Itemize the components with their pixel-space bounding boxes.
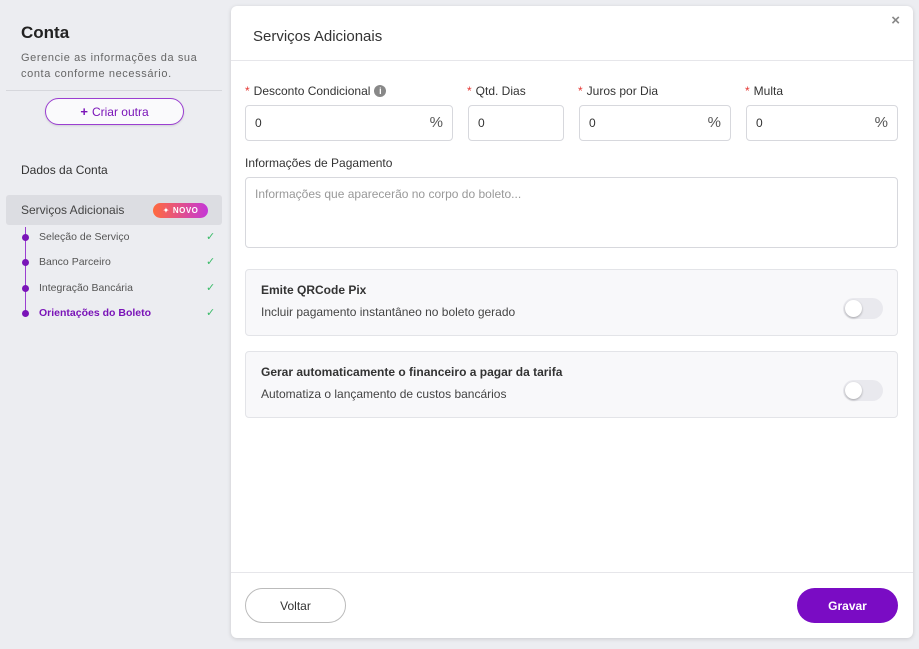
check-icon: ✓ — [206, 231, 216, 243]
panel-title: Serviços Adicionais — [253, 28, 383, 45]
fine-label: * Multa — [745, 84, 783, 98]
interest-label: * Juros por Dia — [578, 84, 658, 98]
save-button[interactable]: Gravar — [797, 588, 898, 623]
days-value: 0 — [478, 116, 485, 130]
auto-financial-toggle[interactable] — [843, 380, 883, 401]
step-label: Integração Bancária — [39, 282, 133, 294]
auto-financial-title: Gerar automaticamente o financeiro a pag… — [261, 365, 563, 379]
create-another-label: Criar outra — [91, 104, 149, 119]
discount-label-text: Desconto Condicional — [253, 84, 371, 98]
sidebar-title: Conta — [21, 23, 70, 42]
toggle-knob — [845, 382, 862, 399]
sidebar-item-additional-services[interactable]: Serviços Adicionais ✦ NOVO — [6, 195, 222, 225]
step-boleto-guidelines[interactable]: Orientações do Boleto ✓ — [0, 306, 230, 322]
header-divider — [231, 60, 913, 61]
sparkle-icon: ✦ — [162, 206, 170, 215]
payment-info-placeholder: Informações que aparecerão no corpo do b… — [255, 187, 522, 201]
additional-services-panel: × Serviços Adicionais * Desconto Condicio… — [231, 6, 913, 638]
close-icon[interactable]: × — [891, 12, 900, 29]
required-mark: * — [467, 84, 472, 98]
sidebar: Conta Gerencie as informações da sua con… — [0, 0, 230, 649]
required-mark: * — [245, 84, 250, 98]
fine-input[interactable]: 0 % — [746, 105, 898, 141]
step-label: Orientações do Boleto — [39, 307, 152, 319]
interest-input[interactable]: 0 % — [579, 105, 731, 141]
qrcode-pix-toggle[interactable] — [843, 298, 883, 319]
payment-info-label: Informações de Pagamento — [245, 156, 393, 170]
percent-icon: % — [429, 114, 443, 131]
step-bank-integration[interactable]: Integração Bancária ✓ — [0, 281, 230, 297]
new-badge-label: NOVO — [172, 206, 199, 215]
days-label-text: Qtd. Dias — [475, 84, 526, 98]
new-badge: ✦ NOVO — [153, 203, 208, 218]
qrcode-pix-subtitle: Incluir pagamento instantâneo no boleto … — [261, 305, 516, 319]
check-icon: ✓ — [206, 282, 216, 294]
required-mark: * — [578, 84, 583, 98]
sidebar-item-account-data[interactable]: Dados da Conta — [21, 163, 108, 177]
check-icon: ✓ — [206, 256, 216, 268]
payment-info-textarea[interactable]: Informações que aparecerão no corpo do b… — [245, 177, 898, 248]
interest-value: 0 — [589, 116, 596, 130]
discount-input[interactable]: 0 % — [245, 105, 453, 141]
days-input[interactable]: 0 — [468, 105, 564, 141]
info-icon[interactable]: i — [374, 85, 387, 97]
qrcode-pix-title: Emite QRCode Pix — [261, 283, 367, 297]
step-label: Banco Parceiro — [39, 256, 111, 268]
back-button[interactable]: Voltar — [245, 588, 346, 623]
step-dot-icon — [22, 259, 29, 266]
sidebar-description: Gerencie as informações da sua conta con… — [21, 52, 198, 80]
interest-label-text: Juros por Dia — [586, 84, 659, 98]
fine-value: 0 — [756, 116, 763, 130]
sidebar-item-label: Serviços Adicionais — [21, 203, 125, 217]
required-mark: * — [745, 84, 750, 98]
discount-label: * Desconto Condicional i — [245, 84, 387, 98]
step-label: Seleção de Serviço — [39, 231, 130, 243]
step-dot-icon — [22, 285, 29, 292]
create-another-button[interactable]: + Criar outra — [45, 98, 184, 125]
step-partner-bank[interactable]: Banco Parceiro ✓ — [0, 255, 230, 271]
plus-icon: + — [80, 104, 88, 119]
sidebar-divider — [6, 90, 222, 91]
toggle-knob — [845, 300, 862, 317]
days-label: * Qtd. Dias — [467, 84, 526, 98]
footer-divider — [231, 572, 913, 573]
fine-label-text: Multa — [753, 84, 784, 98]
step-dot-icon — [22, 310, 29, 317]
discount-value: 0 — [255, 116, 262, 130]
percent-icon: % — [707, 114, 721, 131]
step-dot-icon — [22, 234, 29, 241]
check-icon: ✓ — [206, 307, 216, 319]
qrcode-pix-card: Emite QRCode Pix Incluir pagamento insta… — [245, 269, 898, 336]
step-service-selection[interactable]: Seleção de Serviço ✓ — [0, 230, 230, 246]
auto-financial-card: Gerar automaticamente o financeiro a pag… — [245, 351, 898, 418]
percent-icon: % — [874, 114, 888, 131]
auto-financial-subtitle: Automatiza o lançamento de custos bancár… — [261, 387, 507, 401]
